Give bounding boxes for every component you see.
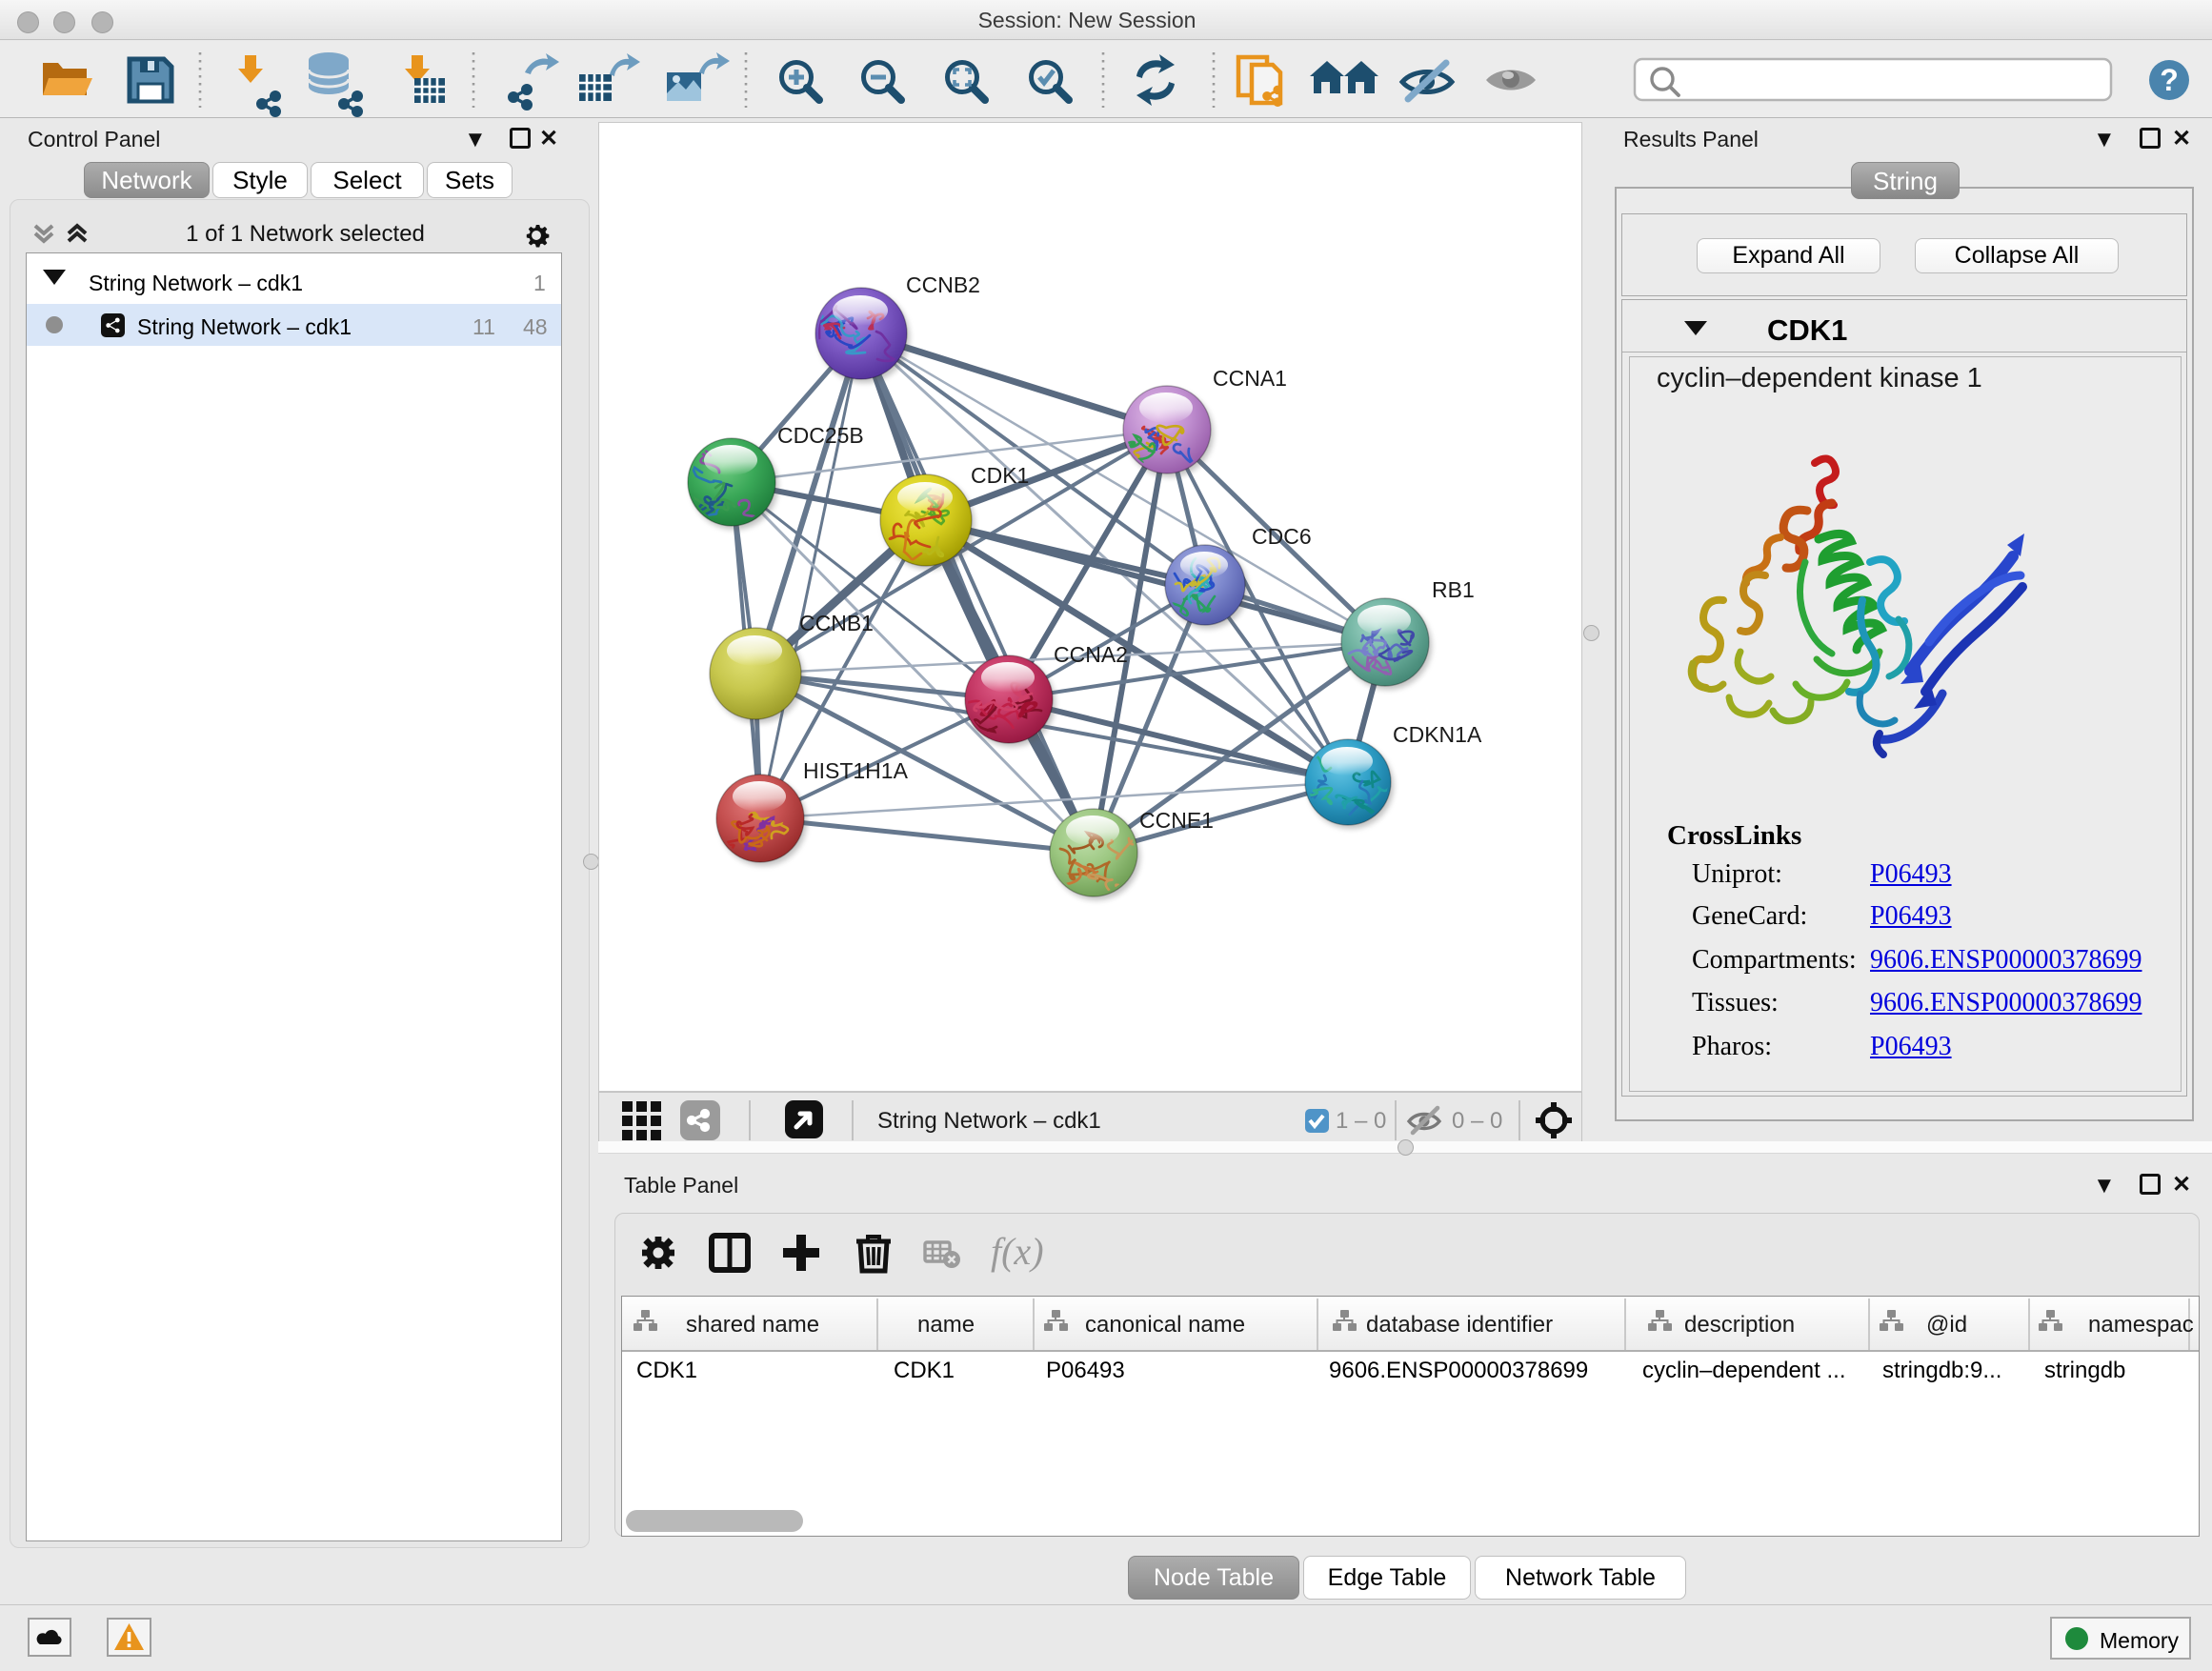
svg-text:CCNA1: CCNA1: [1213, 366, 1287, 391]
svg-text:RB1: RB1: [1432, 577, 1475, 602]
svg-text:CDK1: CDK1: [971, 463, 1029, 488]
svg-text:f(x): f(x): [991, 1230, 1044, 1273]
svg-text:?: ?: [2160, 63, 2179, 97]
svg-text:1 – 0: 1 – 0: [1336, 1108, 1386, 1134]
svg-text:CCNE1: CCNE1: [1139, 808, 1214, 833]
svg-text:CDC25B: CDC25B: [777, 423, 864, 448]
svg-text:CDC6: CDC6: [1252, 524, 1312, 549]
svg-text:HIST1H1A: HIST1H1A: [803, 758, 909, 783]
svg-text:0 – 0: 0 – 0: [1452, 1108, 1502, 1134]
svg-text:CCNB2: CCNB2: [906, 272, 980, 297]
svg-text:CDKN1A: CDKN1A: [1393, 722, 1482, 747]
svg-text:CCNB1: CCNB1: [799, 611, 874, 635]
svg-text:CCNA2: CCNA2: [1054, 642, 1128, 667]
svg-text:String Network – cdk1: String Network – cdk1: [877, 1108, 1101, 1134]
